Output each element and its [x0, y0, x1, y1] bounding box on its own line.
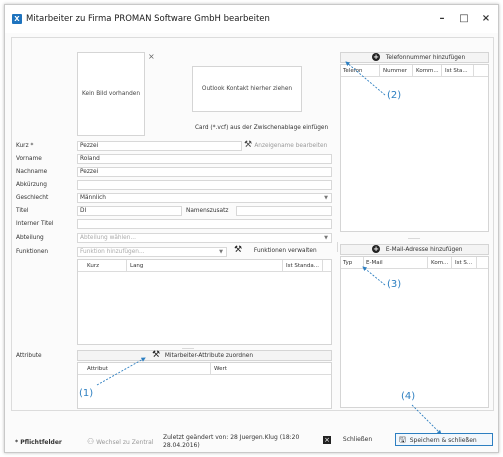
required-fields-note: * Pflichtfelder [15, 439, 62, 446]
maximize-button[interactable]: □ [455, 12, 473, 26]
add-email-label: E-Mail-Adresse hinzufügen [385, 246, 463, 253]
geschlecht-label: Geschlecht [16, 195, 49, 201]
display-name-button[interactable]: ⚒ Anzeigename bearbeiten [244, 140, 327, 150]
interner-titel-input[interactable] [77, 219, 332, 229]
namenszusatz-label: Namenszusatz [186, 208, 229, 214]
abteilung-label: Abteilung [16, 235, 44, 241]
app-icon: X [12, 14, 22, 24]
interner-titel-label: Interner Titel [16, 221, 54, 227]
attributes-col-attribut[interactable]: Attribut [87, 366, 108, 372]
phone-table: Telefon Nummer Komm... Ist Sta... [340, 64, 489, 232]
functions-col-lang[interactable]: Lang [130, 263, 143, 269]
annotation-3: (3) [387, 279, 402, 290]
plus-circle-icon: + [372, 53, 380, 61]
display-name-button-label: Anzeigename bearbeiten [254, 143, 328, 149]
vertical-splitter[interactable] [337, 242, 338, 252]
wrench-icon: ⚒ [244, 140, 253, 150]
attributes-col-wert[interactable]: Wert [214, 366, 227, 372]
add-phone-button[interactable]: + Telefonnummer hinzufügen [340, 52, 489, 63]
attributes-table: Attribut Wert [77, 362, 332, 409]
email-col-email[interactable]: E-Mail [366, 260, 383, 266]
phone-col-ist-standard[interactable]: Ist Sta... [445, 68, 468, 74]
close-window-button[interactable]: × [477, 12, 495, 26]
annotation-1: (1) [79, 388, 94, 399]
plus-circle-icon: + [372, 245, 380, 253]
phone-col-komm[interactable]: Komm... [416, 68, 439, 74]
annotation-4: (4) [401, 391, 416, 402]
last-changed-info: Zuletzt geändert von: 28 Juergen.Klug (1… [163, 434, 299, 450]
email-table: Typ E-Mail Kom... Ist S... [340, 256, 489, 408]
annotation-2: (2) [387, 90, 402, 101]
save-icon: 🖫 [399, 435, 406, 444]
abkuerzung-label: Abkürzung [16, 182, 47, 188]
save-and-close-button[interactable]: 🖫 Speichern & schließen [395, 433, 493, 446]
switch-central-label: Wechsel zu Zentral [96, 439, 154, 446]
assign-attributes-label: Mitarbeiter-Attribute zuordnen [164, 353, 253, 359]
abkuerzung-input[interactable] [77, 180, 332, 190]
geschlecht-value: Männlich [80, 195, 106, 201]
abteilung-placeholder: Abteilung wählen... [80, 235, 136, 241]
manage-functions-label: Funktionen verwalten [253, 248, 317, 254]
wrench-icon: ⚒ [152, 350, 161, 360]
remove-photo-icon[interactable]: × [148, 52, 155, 61]
outlook-drop-text: Outlook Kontakt hierher ziehen [201, 86, 293, 92]
switch-central-button[interactable]: ⚇ Wechsel zu Zentral [87, 437, 154, 446]
titel-input[interactable]: DI [77, 206, 182, 216]
nachname-label: Nachname [16, 169, 48, 175]
add-phone-label: Telefonnummer hinzufügen [385, 54, 466, 61]
nachname-input[interactable]: Pezzei [77, 167, 332, 177]
no-image-text: Kein Bild vorhanden [81, 91, 140, 97]
abteilung-select[interactable]: Abteilung wählen... ▼ [77, 233, 332, 243]
title-bar: X Mitarbeiter zu Firma PROMAN Software G… [5, 5, 498, 33]
close-box-icon: × [323, 435, 331, 444]
namenszusatz-input[interactable] [236, 206, 332, 216]
vorname-input[interactable]: Roland [77, 154, 332, 164]
chevron-down-icon: ▼ [324, 235, 328, 241]
outlook-drop-zone[interactable]: Outlook Kontakt hierher ziehen [192, 66, 302, 112]
functions-table: Kurz Lang Ist Standa... [77, 259, 332, 345]
last-changed-line-2: 28.04.2016) [163, 442, 200, 449]
vorname-label: Vorname [16, 156, 42, 162]
close-button[interactable]: × Schließen [323, 433, 385, 446]
geschlecht-select[interactable]: Männlich ▼ [77, 193, 332, 203]
minimize-button[interactable]: – [433, 12, 451, 26]
funktionen-label: Funktionen [16, 249, 49, 255]
wrench-icon: ⚒ [234, 245, 243, 255]
vcard-paste-link[interactable]: Card (*.vcf) aus der Zwischenablage einf… [195, 125, 328, 131]
email-col-ist-standard[interactable]: Ist S... [455, 260, 472, 266]
funktionen-select[interactable]: Funktion hinzufügen... ▼ [77, 247, 227, 257]
photo-placeholder[interactable]: Kein Bild vorhanden [77, 52, 145, 136]
email-col-typ[interactable]: Typ [343, 260, 352, 266]
titel-label: Titel [16, 208, 29, 214]
functions-col-kurz[interactable]: Kurz [87, 263, 99, 269]
chevron-down-icon: ▼ [219, 249, 223, 255]
phone-col-telefon[interactable]: Telefon [343, 68, 363, 74]
content-frame: Kein Bild vorhanden × Outlook Kontakt hi… [11, 37, 494, 411]
users-icon: ⚇ [87, 437, 95, 446]
edit-employee-window: X Mitarbeiter zu Firma PROMAN Software G… [4, 4, 499, 453]
kurz-label: Kurz * [16, 143, 34, 149]
manage-functions-button[interactable]: ⚒ Funktionen verwalten [230, 246, 332, 257]
kurz-input[interactable]: Pezzei [77, 141, 242, 151]
phone-col-nummer[interactable]: Nummer [383, 68, 407, 74]
last-changed-line-1: Zuletzt geändert von: 28 Juergen.Klug (1… [163, 434, 300, 441]
save-and-close-label: Speichern & schließen [409, 437, 477, 444]
add-email-button[interactable]: + E-Mail-Adresse hinzufügen [340, 244, 489, 255]
funktionen-placeholder: Funktion hinzufügen... [80, 249, 145, 255]
assign-attributes-button[interactable]: ⚒ Mitarbeiter-Attribute zuordnen [77, 350, 332, 361]
horizontal-splitter-right[interactable] [408, 238, 420, 239]
horizontal-splitter[interactable] [182, 348, 194, 349]
email-col-komm[interactable]: Kom... [431, 260, 448, 266]
window-title: Mitarbeiter zu Firma PROMAN Software Gmb… [26, 14, 270, 24]
chevron-down-icon: ▼ [324, 195, 328, 201]
attribute-label: Attribute [16, 353, 42, 359]
close-button-label: Schließen [342, 436, 373, 443]
functions-col-ist-standard[interactable]: Ist Standa... [286, 263, 319, 269]
